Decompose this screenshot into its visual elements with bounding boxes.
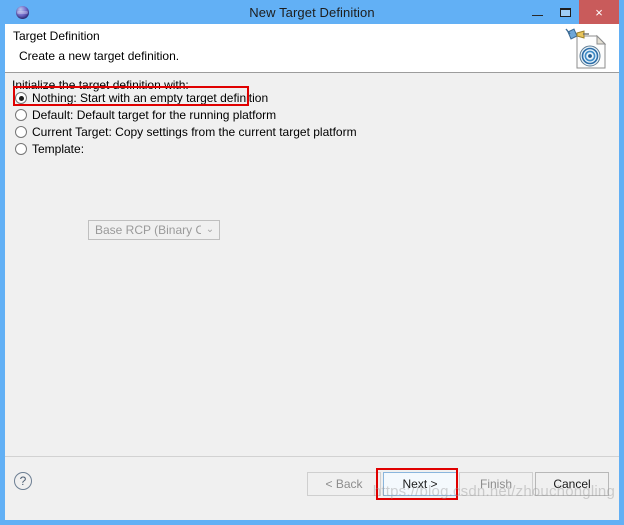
radio-option-default[interactable]: Default: Default target for the running … [15,107,276,123]
close-button[interactable]: × [579,0,619,24]
template-combo-value: Base RCP (Binary Only) [95,223,201,237]
close-icon: × [595,4,603,20]
radio-option-label: Current Target: Copy settings from the c… [32,125,357,139]
radio-option-current-target[interactable]: Current Target: Copy settings from the c… [15,124,357,140]
minimize-icon [531,14,543,16]
minimize-button[interactable] [523,0,551,24]
radio-indicator [15,92,27,104]
help-icon[interactable]: ? [14,472,32,490]
radio-option-template[interactable]: Template: [15,141,84,157]
radio-option-label: Default: Default target for the running … [32,108,277,122]
chevron-down-icon: ⌄ [205,224,215,235]
caption-button-group: × [523,0,619,24]
maximize-icon [559,7,571,17]
template-combo-box[interactable]: Base RCP (Binary Only) ⌄ [88,220,220,240]
page-description: Create a new target definition. [19,49,180,63]
target-definition-document-icon [564,27,610,71]
eclipse-sphere-icon [12,0,32,24]
dialog-content: Initialize the target definition with: N… [5,73,619,456]
maximize-button[interactable] [551,0,579,24]
title-bar: New Target Definition × [5,0,619,24]
dialog-footer: ? < Back Next > Finish Cancel https://bl… [5,456,619,514]
back-button[interactable]: < Back [307,472,381,496]
next-button[interactable]: Next > [383,472,457,496]
finish-button[interactable]: Finish [459,472,533,496]
radio-indicator [15,126,27,138]
radio-indicator [15,109,27,121]
dialog-header: Target Definition Create a new target de… [5,24,619,73]
new-target-definition-dialog: New Target Definition × Target Definitio… [0,0,624,525]
page-title: Target Definition [13,29,100,43]
cancel-button[interactable]: Cancel [535,472,609,496]
radio-option-nothing[interactable]: Nothing: Start with an empty target defi… [15,90,268,106]
radio-option-label: Nothing: Start with an empty target defi… [32,91,269,105]
dialog-button-bar: < Back Next > Finish Cancel [305,472,609,496]
radio-indicator [15,143,27,155]
radio-option-label: Template: [32,142,85,156]
